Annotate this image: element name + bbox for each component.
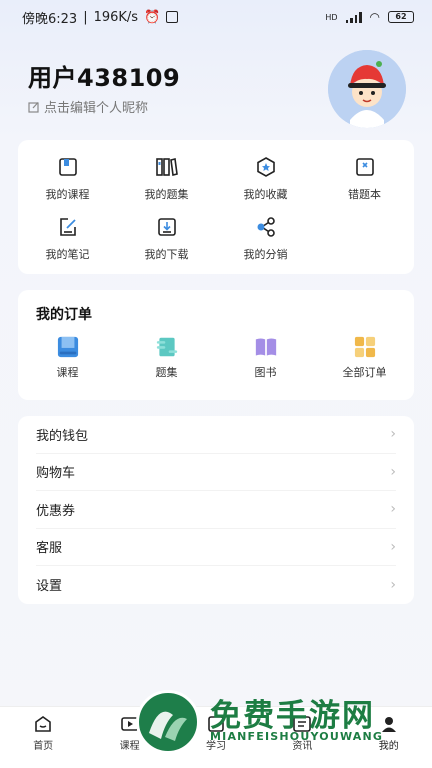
my-question-sets-label: 我的题集 [144, 188, 189, 201]
avatar-illustration [328, 50, 406, 128]
order-question-sets-item[interactable]: 题集 [117, 336, 216, 386]
cart-row[interactable]: 购物车 › [36, 454, 396, 491]
my-favorites-label: 我的收藏 [243, 188, 288, 201]
settings-row[interactable]: 设置 › [36, 566, 396, 604]
question-set-icon [155, 156, 178, 178]
alarm-icon: ⏰ [144, 9, 161, 25]
settings-label: 设置 [36, 579, 63, 595]
tab-study-label: 学习 [205, 741, 226, 752]
coupons-label: 优惠券 [36, 503, 76, 519]
tab-courses[interactable]: 课程 [100, 715, 160, 768]
signal-icon [345, 11, 362, 23]
customer-service-label: 客服 [36, 541, 63, 557]
status-time: 傍晚6:23 [22, 11, 78, 27]
tab-mine[interactable]: 我的 [359, 715, 419, 768]
orders-card: 我的订单 课程 题集 图书 全部订单 [18, 290, 414, 400]
order-books-label: 图书 [254, 366, 277, 379]
tab-mine-label: 我的 [378, 741, 399, 752]
status-bar: 傍晚6:23 | 196K/s ⏰ HD ◠ 62 [0, 0, 432, 34]
my-distribution-item[interactable]: 我的分销 [216, 216, 315, 266]
my-courses-label: 我的课程 [45, 188, 90, 201]
chevron-right-icon: › [390, 538, 396, 555]
order-courses-item[interactable]: 课程 [18, 336, 117, 386]
tab-news-label: 资讯 [292, 741, 313, 752]
orders-title: 我的订单 [36, 307, 92, 323]
menu-list-card: 我的钱包 › 购物车 › 优惠券 › 客服 › 设置 › [18, 416, 414, 604]
order-question-sets-label: 题集 [155, 366, 178, 379]
order-courses-label: 课程 [56, 366, 79, 379]
battery-indicator: 62 [388, 11, 414, 23]
chevron-right-icon: › [390, 463, 396, 480]
course-icon [57, 336, 79, 358]
question-set-icon [156, 336, 178, 358]
customer-service-row[interactable]: 客服 › [36, 529, 396, 566]
download-icon [156, 216, 178, 238]
wrong-notebook-icon [354, 156, 376, 178]
wallet-label: 我的钱包 [36, 428, 89, 444]
all-orders-label: 全部订单 [342, 366, 387, 379]
coupons-row[interactable]: 优惠券 › [36, 491, 396, 529]
tab-courses-label: 课程 [119, 741, 140, 752]
notes-icon [57, 216, 79, 238]
my-notes-item[interactable]: 我的笔记 [18, 216, 117, 266]
tab-news[interactable]: 资讯 [272, 715, 332, 768]
feature-grid: 我的课程 我的题集 我的收藏 错题本 我的笔记 我的下载 我的分销 [18, 156, 414, 266]
book-icon [255, 336, 277, 358]
nfc-icon [166, 11, 179, 23]
tab-home[interactable]: 首页 [13, 715, 73, 768]
network-label: HD [325, 12, 338, 22]
my-downloads-label: 我的下载 [144, 248, 189, 261]
tab-study[interactable]: 学习 [186, 715, 246, 768]
wrong-notebook-label: 错题本 [348, 188, 381, 201]
course-book-icon [57, 156, 79, 178]
my-question-sets-item[interactable]: 我的题集 [117, 156, 216, 206]
home-icon [35, 716, 51, 732]
chevron-right-icon: › [390, 426, 396, 443]
profile-header: 用户438109 点击编辑个人昵称 [0, 34, 432, 134]
chevron-right-icon: › [390, 576, 396, 593]
study-icon [208, 716, 224, 732]
my-courses-item[interactable]: 我的课程 [18, 156, 117, 206]
feature-grid-card: 我的课程 我的题集 我的收藏 错题本 我的笔记 我的下载 我的分销 [18, 140, 414, 274]
my-downloads-item[interactable]: 我的下载 [117, 216, 216, 266]
my-distribution-label: 我的分销 [243, 248, 288, 261]
status-left: 傍晚6:23 | 196K/s ⏰ [22, 8, 179, 27]
my-favorites-item[interactable]: 我的收藏 [216, 156, 315, 206]
order-books-item[interactable]: 图书 [216, 336, 315, 386]
tab-home-label: 首页 [33, 741, 54, 752]
wifi-icon: ◠ [369, 10, 380, 24]
play-icon [120, 717, 139, 731]
wrong-notebook-item[interactable]: 错题本 [315, 156, 414, 206]
cart-label: 购物车 [36, 466, 76, 482]
wallet-row[interactable]: 我的钱包 › [36, 416, 396, 454]
news-icon [293, 716, 312, 732]
profile-icon [381, 717, 396, 732]
all-orders-icon [354, 336, 376, 358]
all-orders-item[interactable]: 全部订单 [315, 336, 414, 386]
edit-hint-text: 点击编辑个人昵称 [44, 101, 149, 116]
status-right: HD ◠ 62 [325, 10, 414, 24]
edit-icon [28, 101, 39, 113]
bottom-tab-bar: 首页 课程 学习 资讯 我的 [0, 706, 432, 768]
chevron-right-icon: › [390, 501, 396, 518]
share-icon [255, 216, 277, 238]
my-notes-label: 我的笔记 [45, 248, 90, 261]
orders-row: 课程 题集 图书 全部订单 [18, 336, 414, 386]
avatar[interactable] [328, 50, 406, 128]
status-speed: 196K/s [93, 9, 139, 25]
favorite-icon [255, 156, 277, 178]
